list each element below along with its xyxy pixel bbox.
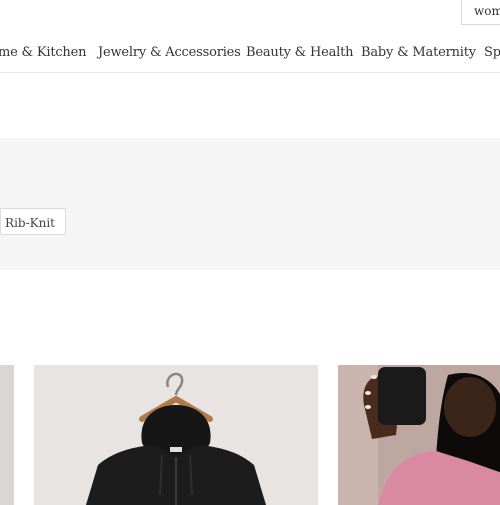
search-input[interactable]: wom [461,0,500,25]
selfie-illustration [338,365,500,505]
nav-item-baby-maternity[interactable]: Baby & Maternity [361,45,476,60]
product-image-left-partial[interactable] [0,365,14,505]
nav-item-jewelry-accessories[interactable]: Jewelry & Accessories [98,45,241,60]
category-nav: me & Kitchen Jewelry & Accessories Beaut… [0,36,500,73]
hoodie-illustration [34,365,318,505]
nav-item-beauty-health[interactable]: Beauty & Health [246,45,354,60]
black-zip-hoodie-image[interactable] [34,365,318,505]
model-selfie-image[interactable] [338,365,500,505]
nav-item-home-kitchen[interactable]: me & Kitchen [0,45,86,60]
filter-band [0,138,500,270]
filter-chip-rib-knit[interactable]: Rib-Knit [0,208,66,235]
nav-item-sports[interactable]: Sp [484,45,500,60]
